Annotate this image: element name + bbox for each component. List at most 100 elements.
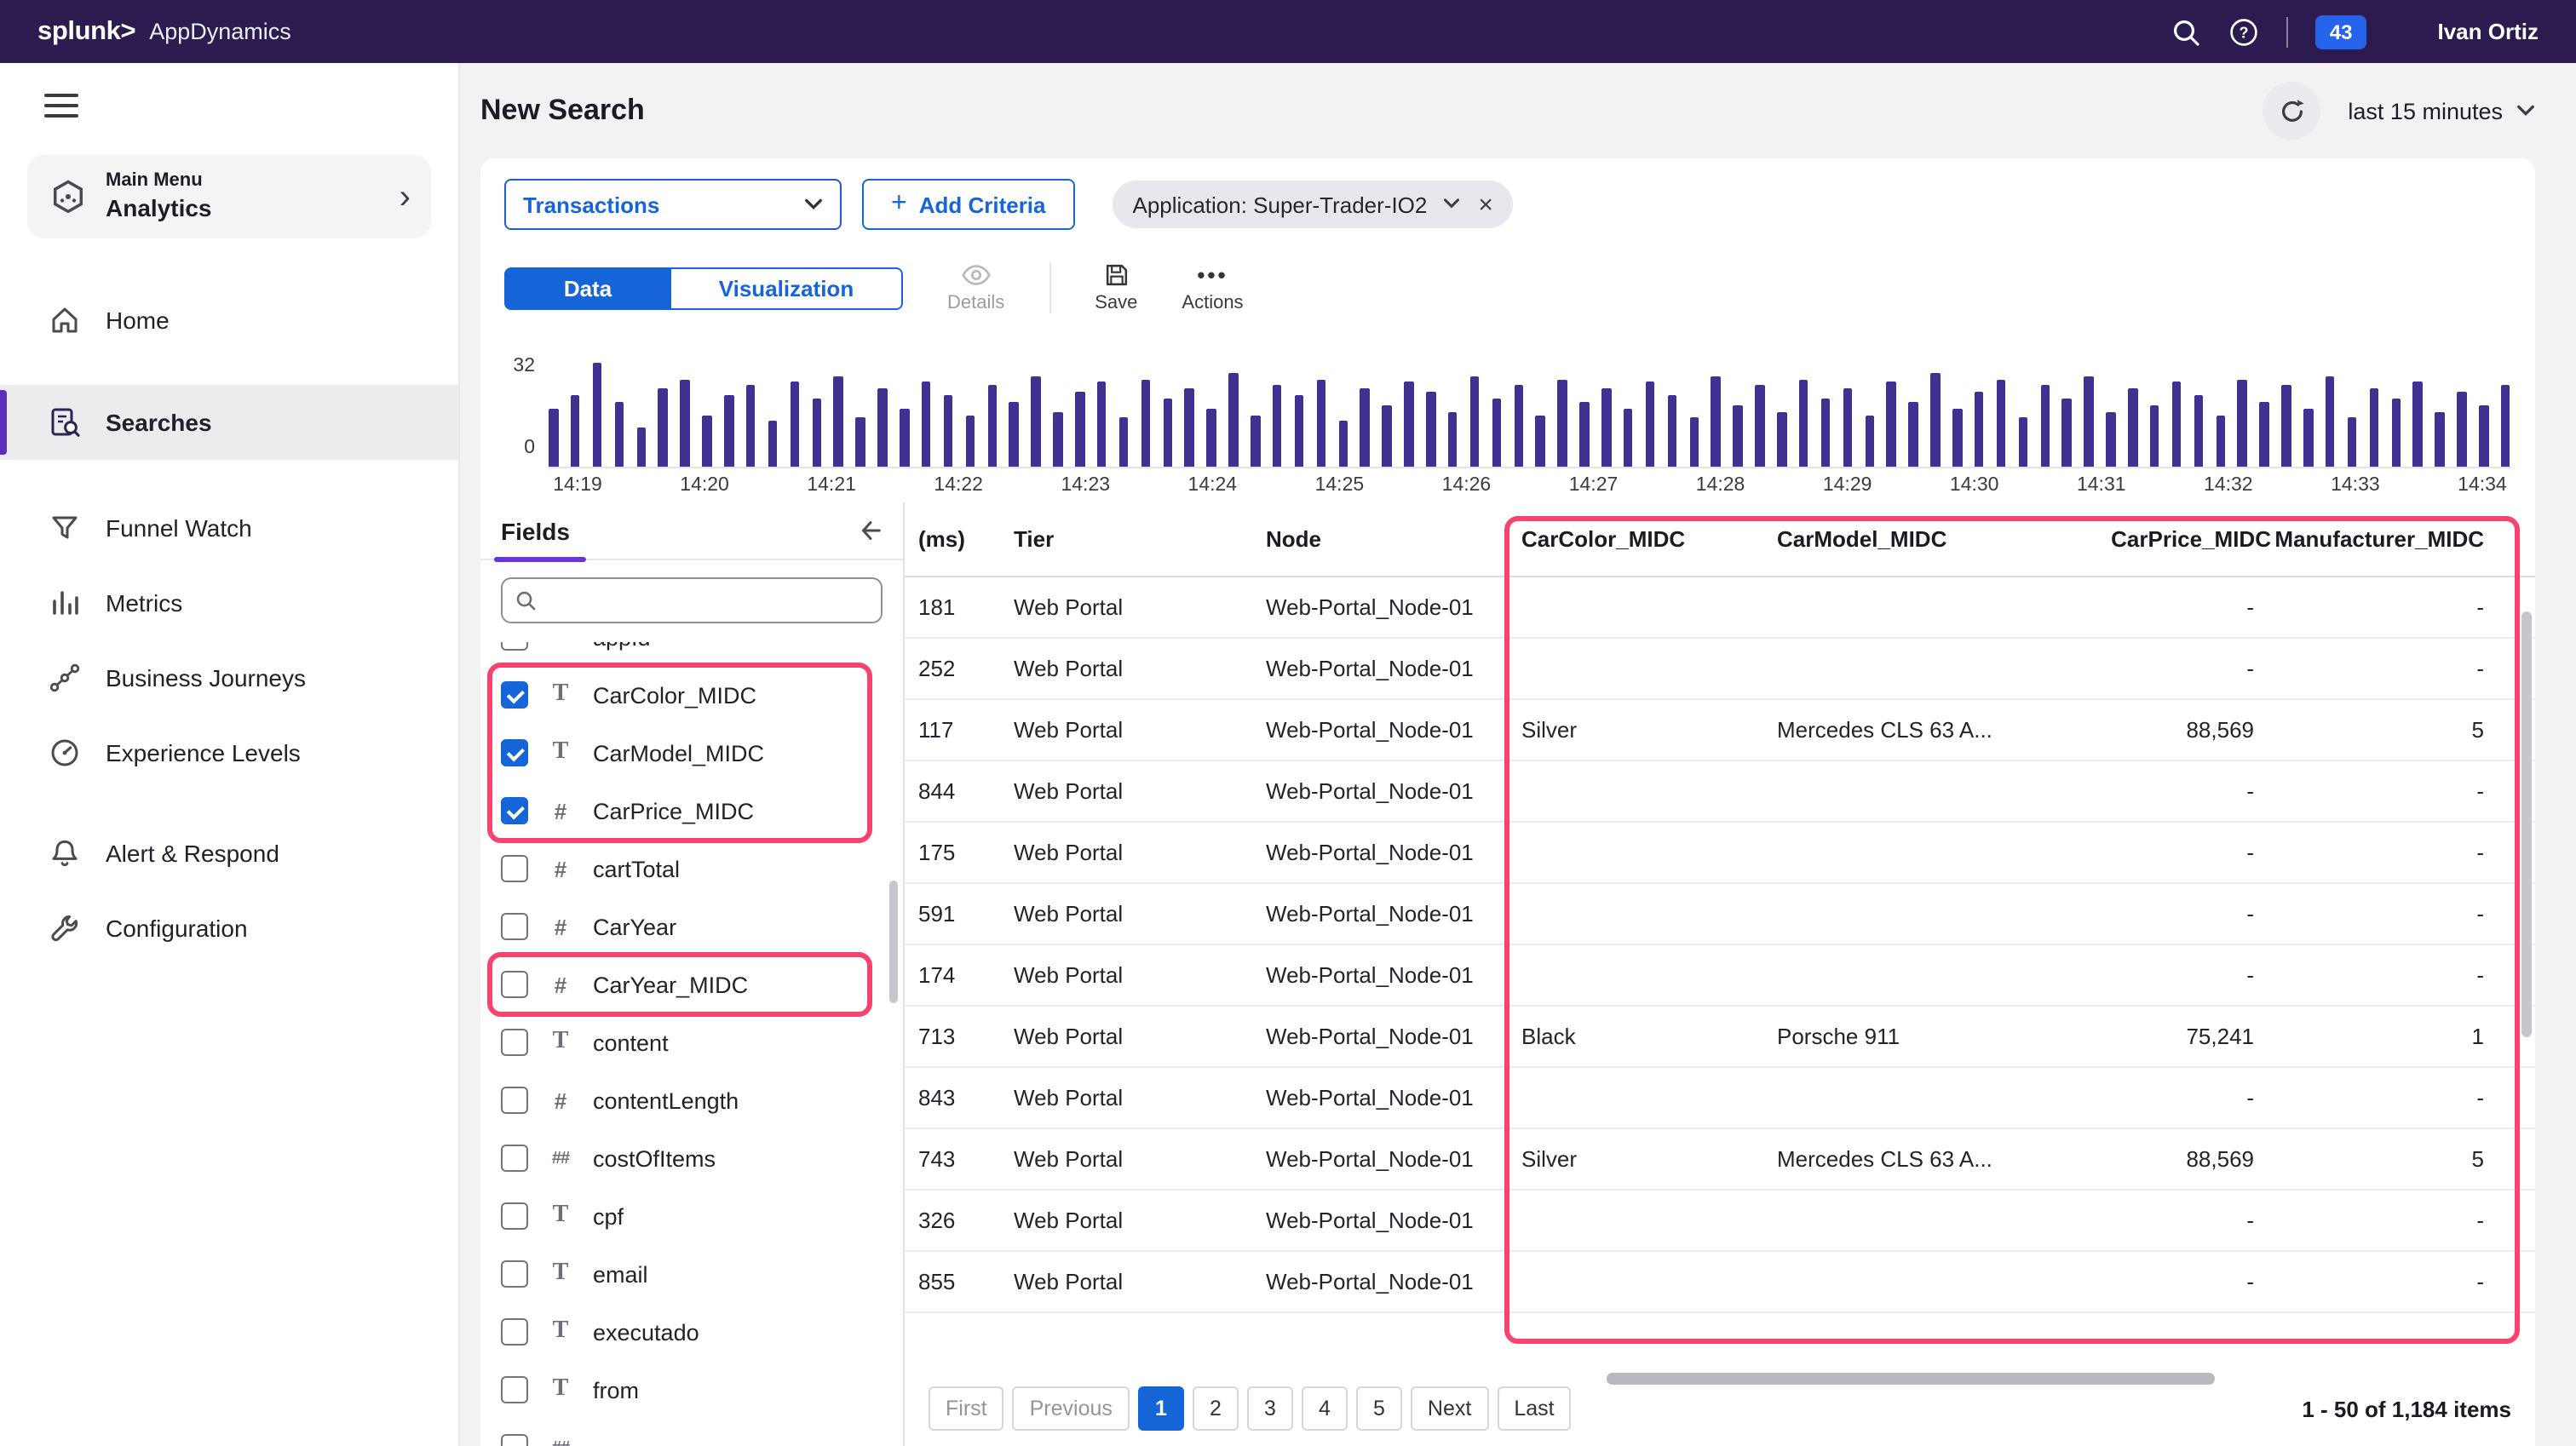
field-checkbox[interactable] — [501, 681, 528, 709]
page-button-3[interactable]: 3 — [1247, 1386, 1293, 1431]
field-checkbox[interactable] — [501, 971, 528, 998]
table-row[interactable]: 844Web PortalWeb-Portal_Node-01-- — [905, 761, 2535, 823]
field-checkbox[interactable] — [501, 1202, 528, 1230]
histogram-bar — [1624, 408, 1633, 467]
refresh-button[interactable] — [2263, 82, 2320, 140]
field-item-carprice-midc[interactable]: #CarPrice_MIDC — [480, 782, 903, 840]
entity-type-dropdown[interactable]: Transactions — [504, 179, 842, 230]
field-item-caryear-midc[interactable]: #CarYear_MIDC — [480, 955, 903, 1013]
field-item-caryear[interactable]: #CarYear — [480, 898, 903, 955]
tab-data[interactable]: Data — [504, 267, 671, 309]
page-button-1[interactable]: 1 — [1138, 1386, 1184, 1431]
table-row[interactable]: 855Web PortalWeb-Portal_Node-01-- — [905, 1252, 2535, 1313]
table-row[interactable]: 252Web PortalWeb-Portal_Node-01-- — [905, 639, 2535, 700]
field-checkbox[interactable] — [501, 1260, 528, 1288]
table-row[interactable]: 181Web PortalWeb-Portal_Node-01-- — [905, 577, 2535, 639]
table-horizontal-scrollbar[interactable] — [1607, 1373, 2215, 1385]
chevron-down-icon[interactable] — [1442, 198, 1459, 211]
table-row[interactable]: 175Web PortalWeb-Portal_Node-01-- — [905, 823, 2535, 884]
column-header-carcolor-midc[interactable]: CarColor_MIDC — [1521, 526, 1777, 552]
field-item-from[interactable]: Tfrom — [480, 1361, 903, 1419]
page-button-previous[interactable]: Previous — [1013, 1386, 1130, 1431]
field-checkbox[interactable] — [501, 1376, 528, 1403]
field-item-carttotal[interactable]: #cartTotal — [480, 840, 903, 898]
y-axis-tick: 32 — [491, 356, 535, 376]
view-toggle: Data Visualization — [504, 267, 903, 309]
notification-badge[interactable]: 43 — [2316, 14, 2366, 49]
field-item-email[interactable]: Temail — [480, 1245, 903, 1303]
field-checkbox[interactable] — [501, 1029, 528, 1056]
column-header-manufacturer-midc[interactable]: Manufacturer_MIDC — [2271, 526, 2535, 552]
sidebar-item-metrics[interactable]: Metrics — [0, 566, 458, 641]
field-item-content[interactable]: Tcontent — [480, 1013, 903, 1071]
main-menu-card[interactable]: Main Menu Analytics › — [27, 155, 431, 239]
table-cell: Web-Portal_Node-01 — [1266, 1208, 1521, 1233]
field-item-executado[interactable]: Texecutado — [480, 1303, 903, 1361]
page-button-next[interactable]: Next — [1411, 1386, 1488, 1431]
table-row[interactable]: 713Web PortalWeb-Portal_Node-01BlackPors… — [905, 1007, 2535, 1068]
field-item-appid[interactable]: TappId — [480, 642, 903, 666]
field-checkbox[interactable] — [501, 855, 528, 882]
field-checkbox[interactable] — [501, 913, 528, 940]
fields-search-input[interactable] — [501, 577, 883, 623]
sidebar-item-configuration[interactable]: Configuration — [0, 892, 458, 967]
table-row[interactable]: 117Web PortalWeb-Portal_Node-01SilverMer… — [905, 700, 2535, 761]
column-header-tier[interactable]: Tier — [1014, 526, 1266, 552]
x-axis-label: 14:25 — [1310, 475, 1368, 496]
table-row[interactable]: 326Web PortalWeb-Portal_Node-01-- — [905, 1191, 2535, 1252]
field-item-cpf[interactable]: Tcpf — [480, 1187, 903, 1245]
field-checkbox[interactable] — [501, 1318, 528, 1346]
field-checkbox[interactable] — [501, 739, 528, 766]
fields-scrollbar[interactable] — [889, 881, 898, 1003]
add-criteria-button[interactable]: + Add Criteria — [862, 179, 1075, 230]
sidebar-item-searches[interactable]: Searches — [0, 386, 458, 461]
save-button[interactable]: Save — [1095, 263, 1137, 313]
table-vertical-scrollbar[interactable] — [2521, 611, 2532, 1037]
sidebar-item-experience-levels[interactable]: Experience Levels — [0, 716, 458, 791]
actions-button[interactable]: ••• Actions — [1182, 263, 1243, 313]
page-button-first[interactable]: First — [929, 1386, 1004, 1431]
field-item-carmodel-midc[interactable]: TCarModel_MIDC — [480, 724, 903, 782]
field-item-item[interactable]: ## — [480, 1419, 903, 1446]
time-range-selector[interactable]: last 15 minutes — [2348, 98, 2535, 123]
column-header-node[interactable]: Node — [1266, 526, 1521, 552]
user-menu[interactable]: Ivan Ortiz — [2438, 19, 2539, 44]
sidebar-item-home[interactable]: Home — [0, 284, 458, 359]
page-button-5[interactable]: 5 — [1356, 1386, 1402, 1431]
remove-filter-icon[interactable]: × — [1478, 192, 1493, 217]
tab-visualization[interactable]: Visualization — [671, 267, 903, 309]
histogram-bar — [2106, 411, 2115, 467]
splunk-logo[interactable]: splunk> — [37, 16, 135, 47]
column-header-ms[interactable]: (ms) — [918, 526, 1014, 552]
table-row[interactable]: 743Web PortalWeb-Portal_Node-01SilverMer… — [905, 1129, 2535, 1191]
field-checkbox[interactable] — [501, 797, 528, 824]
histogram-bar — [2369, 389, 2378, 468]
histogram-plot[interactable] — [549, 363, 2511, 468]
sidebar-item-funnel-watch[interactable]: Funnel Watch — [0, 491, 458, 566]
page-button-2[interactable]: 2 — [1193, 1386, 1239, 1431]
field-item-contentlength[interactable]: #contentLength — [480, 1071, 903, 1129]
details-button[interactable]: Details — [947, 263, 1004, 313]
help-icon[interactable]: ? — [2229, 16, 2260, 47]
collapse-panel-icon[interactable] — [857, 518, 883, 543]
filter-chip[interactable]: Application: Super-Trader-IO2 × — [1113, 181, 1514, 228]
sidebar-item-alert-respond[interactable]: Alert & Respond — [0, 817, 458, 892]
hamburger-menu-icon[interactable] — [44, 94, 78, 118]
table-row[interactable]: 843Web PortalWeb-Portal_Node-01-- — [905, 1068, 2535, 1129]
table-cell: - — [2271, 656, 2535, 681]
fields-tab[interactable]: Fields — [501, 517, 570, 544]
field-checkbox[interactable] — [501, 1087, 528, 1114]
search-icon[interactable] — [2171, 16, 2202, 47]
field-checkbox[interactable] — [501, 1145, 528, 1172]
page-button-last[interactable]: Last — [1497, 1386, 1571, 1431]
sidebar-item-business-journeys[interactable]: Business Journeys — [0, 641, 458, 716]
column-header-carmodel-midc[interactable]: CarModel_MIDC — [1777, 526, 2084, 552]
page-button-4[interactable]: 4 — [1302, 1386, 1348, 1431]
field-item-carcolor-midc[interactable]: TCarColor_MIDC — [480, 666, 903, 724]
field-item-costofitems[interactable]: ##costOfItems — [480, 1129, 903, 1187]
field-checkbox[interactable] — [501, 1434, 528, 1446]
field-checkbox[interactable] — [501, 642, 528, 651]
table-row[interactable]: 591Web PortalWeb-Portal_Node-01-- — [905, 884, 2535, 945]
column-header-carprice-midc[interactable]: CarPrice_MIDC — [2084, 526, 2271, 552]
table-row[interactable]: 174Web PortalWeb-Portal_Node-01-- — [905, 945, 2535, 1007]
